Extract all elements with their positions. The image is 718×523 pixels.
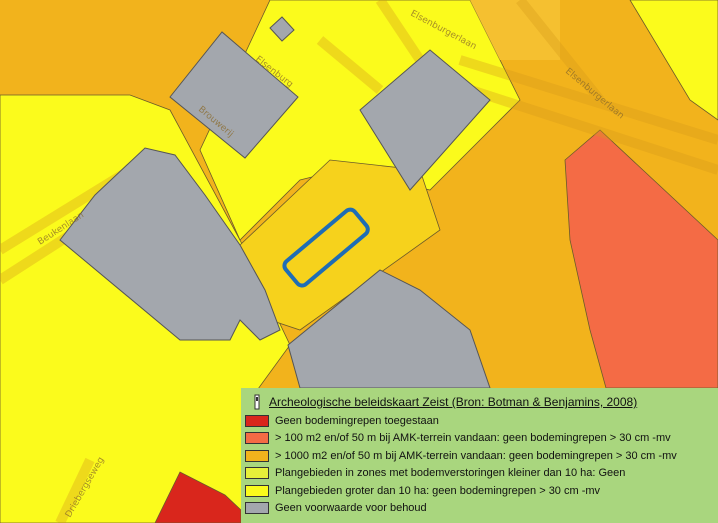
legend-item-label: Geen bodemingrepen toegestaan bbox=[275, 414, 439, 427]
legend-item: > 1000 m2 en/of 50 m bij AMK-terrein van… bbox=[245, 447, 714, 465]
legend-item-label: Plangebieden in zones met bodemverstorin… bbox=[275, 467, 626, 480]
legend-item: Plangebieden in zones met bodemverstorin… bbox=[245, 465, 714, 483]
legend-swatch bbox=[245, 502, 269, 515]
legend-item-label: > 100 m2 en/of 50 m bij AMK-terrein vand… bbox=[275, 432, 671, 445]
legend-swatch bbox=[245, 449, 269, 462]
legend-item: > 100 m2 en/of 50 m bij AMK-terrein vand… bbox=[245, 430, 714, 448]
map-legend: Archeologische beleidskaart Zeist (Bron:… bbox=[241, 388, 718, 523]
legend-toggle-icon[interactable] bbox=[251, 394, 263, 410]
legend-header: Archeologische beleidskaart Zeist (Bron:… bbox=[245, 392, 714, 412]
legend-swatch bbox=[245, 484, 269, 497]
legend-item: Plangebieden groter dan 10 ha: geen bode… bbox=[245, 482, 714, 500]
legend-item-label: > 1000 m2 en/of 50 m bij AMK-terrein van… bbox=[275, 449, 677, 462]
legend-swatch bbox=[245, 467, 269, 480]
legend-item-label: Geen voorwaarde voor behoud bbox=[275, 502, 427, 515]
legend-swatch bbox=[245, 432, 269, 445]
legend-item-label: Plangebieden groter dan 10 ha: geen bode… bbox=[275, 484, 601, 497]
legend-title: Archeologische beleidskaart Zeist (Bron:… bbox=[269, 395, 638, 409]
legend-item: Geen bodemingrepen toegestaan bbox=[245, 412, 714, 430]
legend-items: Geen bodemingrepen toegestaan > 100 m2 en… bbox=[245, 412, 714, 517]
legend-item: Geen voorwaarde voor behoud bbox=[245, 500, 714, 518]
legend-swatch bbox=[245, 414, 269, 427]
